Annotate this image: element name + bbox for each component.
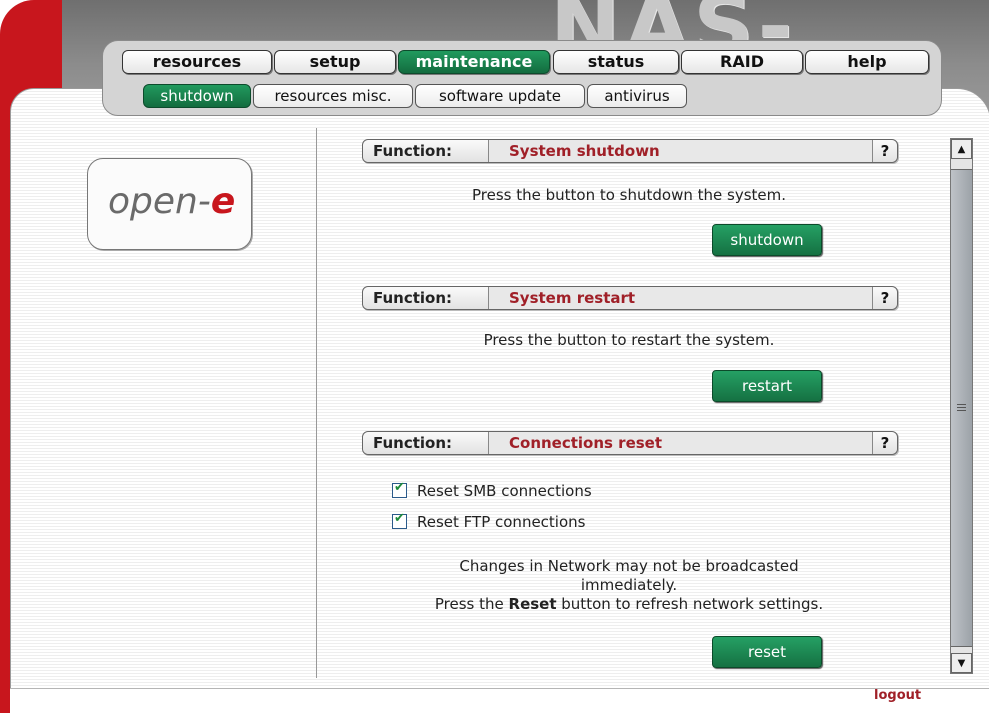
function-title: System shutdown bbox=[509, 142, 660, 160]
subtab-antivirus[interactable]: antivirus bbox=[587, 84, 687, 108]
shutdown-description: Press the button to shutdown the system. bbox=[471, 186, 787, 204]
logo-text: open-e bbox=[108, 181, 236, 222]
scroll-down-arrow-icon[interactable]: ▼ bbox=[951, 653, 972, 673]
check-icon: ✔ bbox=[394, 480, 405, 495]
open-e-logo: open-e bbox=[87, 158, 252, 250]
grip-line bbox=[957, 410, 966, 411]
restart-description: Press the button to restart the system. bbox=[483, 331, 775, 349]
help-button[interactable]: ? bbox=[872, 287, 897, 309]
help-button[interactable]: ? bbox=[872, 140, 897, 162]
reset-button[interactable]: reset bbox=[712, 636, 822, 668]
checkbox-label: Reset SMB connections bbox=[417, 482, 592, 500]
function-bar-connections-reset: Function: Connections reset ? bbox=[362, 431, 898, 455]
subtab-shutdown[interactable]: shutdown bbox=[143, 84, 251, 108]
note-line: Press the Reset button to refresh networ… bbox=[434, 595, 824, 613]
tab-resources[interactable]: resources bbox=[122, 50, 272, 74]
ftp-checkbox[interactable]: ✔ bbox=[392, 511, 407, 529]
check-icon: ✔ bbox=[394, 511, 405, 526]
note-line: Changes in Network may not be broadcaste… bbox=[459, 557, 799, 575]
grip-line bbox=[957, 404, 966, 405]
function-bar-restart: Function: System restart ? bbox=[362, 286, 898, 310]
bottom-edge bbox=[10, 688, 989, 714]
tab-status[interactable]: status bbox=[553, 50, 679, 74]
checkbox-label: Reset FTP connections bbox=[417, 513, 586, 531]
checkbox-row-ftp[interactable]: ✔ Reset FTP connections bbox=[392, 511, 586, 531]
tab-raid[interactable]: RAID bbox=[681, 50, 803, 74]
subtab-resources-misc[interactable]: resources misc. bbox=[253, 84, 413, 108]
tab-help[interactable]: help bbox=[805, 50, 929, 74]
grip-line bbox=[957, 407, 966, 408]
function-label: Function: bbox=[363, 432, 489, 454]
shutdown-button[interactable]: shutdown bbox=[712, 224, 822, 256]
scroll-up-arrow-icon[interactable]: ▲ bbox=[951, 139, 972, 159]
function-label: Function: bbox=[363, 287, 489, 309]
restart-button[interactable]: restart bbox=[712, 370, 822, 402]
checkbox-row-smb[interactable]: ✔ Reset SMB connections bbox=[392, 480, 592, 500]
tab-setup[interactable]: setup bbox=[274, 50, 396, 74]
subtab-software-update[interactable]: software update bbox=[415, 84, 585, 108]
function-bar-shutdown: Function: System shutdown ? bbox=[362, 139, 898, 163]
logout-link[interactable]: logout bbox=[874, 688, 921, 703]
scroll-thumb[interactable] bbox=[951, 169, 972, 647]
column-divider bbox=[316, 128, 317, 678]
vertical-scrollbar[interactable]: ▲ ▼ bbox=[950, 138, 973, 674]
function-title: System restart bbox=[509, 289, 636, 307]
function-title: Connections reset bbox=[509, 434, 663, 452]
smb-checkbox[interactable]: ✔ bbox=[392, 480, 407, 498]
note-line: immediately. bbox=[580, 576, 678, 594]
tab-maintenance[interactable]: maintenance bbox=[398, 50, 550, 74]
function-label: Function: bbox=[363, 140, 489, 162]
reset-note: Changes in Network may not be broadcaste… bbox=[362, 557, 896, 614]
help-button[interactable]: ? bbox=[872, 432, 897, 454]
